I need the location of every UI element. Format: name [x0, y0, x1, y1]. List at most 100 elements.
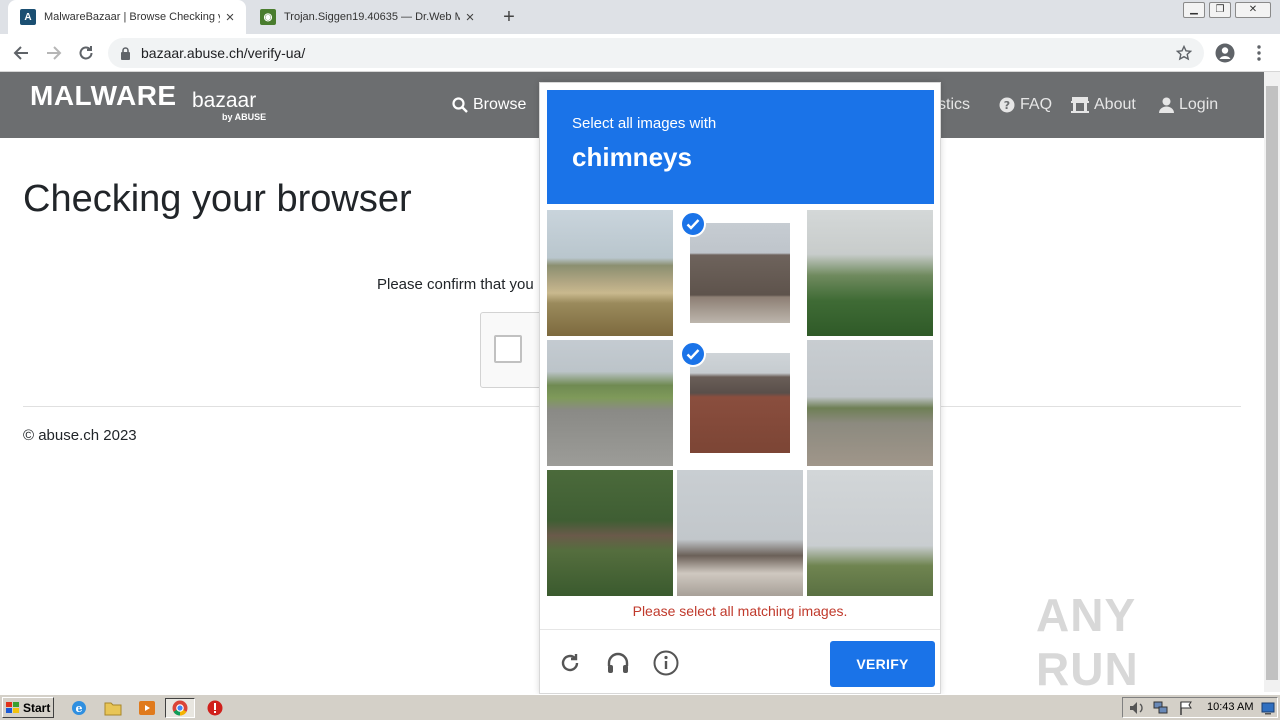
arrow-left-icon [13, 46, 28, 60]
reload-button[interactable] [75, 42, 97, 64]
search-icon [452, 97, 468, 113]
captcha-challenge: Select all images with chimneys Please s… [539, 82, 941, 694]
network-icon[interactable] [1153, 701, 1169, 715]
restore-window-button[interactable]: ❐ [1209, 2, 1231, 18]
tile-image-brick-house [690, 353, 790, 453]
selected-check-icon [680, 211, 706, 237]
info-icon [653, 650, 679, 676]
tile-image-chimney-roof [690, 223, 790, 323]
taskbar-clock: 10:43 AM [1207, 701, 1254, 713]
drweb-favicon: ◉ [260, 9, 276, 25]
captcha-tile-2[interactable] [677, 210, 803, 336]
new-tab-button[interactable]: + [498, 6, 520, 28]
windows-taskbar: Start e 10:43 AM [0, 694, 1280, 720]
tile-image-palm-tree [807, 210, 933, 336]
address-bar[interactable]: bazaar.abuse.ch/verify-ua/ [108, 38, 1204, 68]
anyrun-watermark: ANY RUN [1036, 589, 1139, 695]
tab-malwarebazaar[interactable]: A MalwareBazaar | Browse Checking y × [8, 0, 246, 34]
close-tab-icon[interactable]: × [220, 9, 240, 26]
page-title: Checking your browser [23, 178, 412, 220]
volume-icon[interactable] [1129, 701, 1145, 715]
system-tray: 10:43 AM [1122, 697, 1278, 718]
nav-faq-label: FAQ [1020, 96, 1053, 113]
info-button[interactable] [652, 649, 680, 677]
menu-button[interactable] [1248, 42, 1270, 64]
nav-login[interactable]: Login [1159, 96, 1218, 114]
captcha-error: Please select all matching images. [632, 603, 848, 619]
start-label: Start [23, 700, 51, 715]
start-button[interactable]: Start [2, 697, 54, 718]
captcha-footer-divider [540, 629, 940, 630]
lock-icon [121, 47, 130, 60]
nav-browse-label: Browse [473, 96, 527, 113]
logo-by: by ABUSE [222, 112, 267, 122]
captcha-tile-5[interactable] [677, 340, 803, 466]
account-icon [1215, 43, 1235, 63]
user-icon [1159, 97, 1174, 113]
scroll-thumb[interactable] [1266, 86, 1278, 680]
media-player-icon[interactable] [138, 699, 156, 717]
stop-sign-icon[interactable] [206, 699, 224, 717]
refresh-button[interactable] [556, 649, 584, 677]
headphones-icon [607, 652, 629, 673]
bookmark-star-icon[interactable] [1176, 45, 1192, 61]
question-circle-icon: ? [999, 97, 1015, 113]
nav-login-label: Login [1179, 96, 1219, 113]
prompt-line: Select all images with [572, 115, 717, 132]
captcha-tile-1[interactable] [547, 210, 673, 336]
tab-title: MalwareBazaar | Browse Checking y [44, 11, 220, 23]
chrome-taskbar-icon[interactable] [165, 698, 195, 718]
selected-check-icon [680, 341, 706, 367]
refresh-icon [561, 654, 579, 672]
browser-toolbar: bazaar.abuse.ch/verify-ua/ [0, 34, 1280, 72]
tab-drweb[interactable]: ◉ Trojan.Siggen19.40635 — Dr.Web M × [248, 0, 486, 34]
show-desktop-icon[interactable] [1261, 701, 1275, 715]
nav-browse[interactable]: Browse [452, 96, 526, 114]
captcha-checkbox[interactable] [494, 335, 522, 363]
minimize-window-button[interactable]: ▁ [1183, 2, 1205, 18]
nav-about-label: About [1094, 96, 1136, 113]
audio-challenge-button[interactable] [604, 649, 632, 677]
captcha-tile-6[interactable] [807, 340, 933, 466]
captcha-prompt: Select all images with chimneys [547, 90, 934, 204]
more-vert-icon [1257, 45, 1261, 61]
logo-main[interactable]: MALWARE [30, 80, 177, 112]
captcha-tile-3[interactable] [807, 210, 933, 336]
back-button[interactable] [10, 42, 32, 64]
url-text: bazaar.abuse.ch/verify-ua/ [141, 45, 306, 61]
tile-image-road [547, 340, 673, 466]
svg-text:e: e [76, 702, 83, 715]
verify-button[interactable]: VERIFY [830, 641, 935, 687]
captcha-tile-4[interactable] [547, 340, 673, 466]
nav-about[interactable]: About [1071, 96, 1136, 114]
forward-button[interactable] [43, 42, 65, 64]
tab-title: Trojan.Siggen19.40635 — Dr.Web M [284, 11, 460, 23]
reload-icon [79, 46, 93, 60]
svg-text:?: ? [1004, 99, 1010, 112]
tile-image-landscape [547, 210, 673, 336]
close-window-button[interactable]: ✕ [1235, 2, 1271, 18]
flag-icon[interactable] [1179, 701, 1193, 715]
malwarebazaar-favicon: A [20, 9, 36, 25]
tile-image-street [807, 340, 933, 466]
internet-explorer-icon[interactable]: e [70, 699, 88, 717]
close-tab-icon[interactable]: × [460, 9, 480, 26]
prompt-target: chimneys [572, 142, 692, 172]
nav-faq[interactable]: ? FAQ [999, 96, 1052, 114]
windows-logo-icon [6, 701, 19, 713]
confirm-text: Please confirm that you [377, 276, 534, 293]
captcha-tile-7[interactable] [547, 470, 673, 596]
profile-button[interactable] [1214, 42, 1236, 64]
footer-copyright: © abuse.ch 2023 [23, 427, 137, 444]
arrow-right-icon [47, 46, 62, 60]
tile-image-rooftop [677, 470, 803, 596]
logo-sub: bazaar [192, 89, 257, 112]
folder-icon[interactable] [104, 699, 122, 717]
captcha-tile-9[interactable] [807, 470, 933, 596]
page-scrollbar[interactable] [1264, 72, 1280, 692]
captcha-tile-8[interactable] [677, 470, 803, 596]
building-icon [1071, 97, 1089, 113]
tile-image-bridge [547, 470, 673, 596]
browser-tab-strip: A MalwareBazaar | Browse Checking y × ◉ … [0, 0, 1280, 34]
tile-image-traffic-lights [807, 470, 933, 596]
